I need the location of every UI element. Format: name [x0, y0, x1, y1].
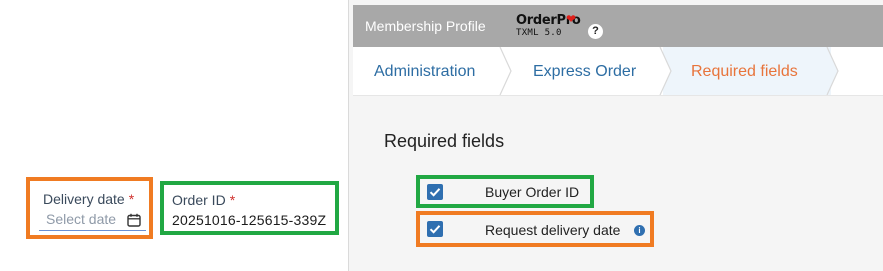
delivery-date-input[interactable]: Select date [39, 209, 146, 231]
delivery-date-field: Delivery date * Select date [26, 177, 153, 239]
order-id-value[interactable]: 20251016-125615-339Z [172, 212, 326, 228]
order-id-field: Order ID * 20251016-125615-339Z [160, 181, 339, 235]
orderpro-logo: OrderPro ❤ TXML 5.0 [516, 12, 581, 38]
breadcrumb-label: Required fields [691, 63, 798, 80]
delivery-date-label: Delivery date * [43, 191, 135, 207]
heart-icon: ❤ [566, 12, 577, 26]
logo-version: TXML 5.0 [516, 28, 562, 38]
field-label: Request delivery date [485, 222, 621, 238]
checkbox-checked-icon[interactable] [427, 221, 443, 237]
delivery-date-placeholder: Select date [46, 211, 117, 227]
info-icon[interactable]: i [634, 225, 645, 236]
breadcrumb-item-express-order[interactable]: Express Order [503, 47, 663, 95]
breadcrumb-label: Administration [374, 63, 476, 80]
required-field-row-buyer-order-id: Buyer Order ID [416, 175, 594, 208]
breadcrumb-separator-icon [659, 47, 672, 95]
app-title: Membership Profile [365, 18, 486, 34]
required-field-row-request-delivery-date: Request delivery date i [416, 211, 654, 247]
breadcrumb-label: Express Order [533, 63, 637, 80]
breadcrumb-separator-icon [826, 47, 839, 95]
required-asterisk: * [229, 192, 236, 208]
order-id-label: Order ID * [172, 192, 236, 208]
top-bar: Membership Profile OrderPro ❤ TXML 5.0 ? [353, 5, 883, 47]
breadcrumb: Administration Express Order Required fi… [353, 47, 883, 96]
breadcrumb-item-administration[interactable]: Administration [353, 47, 503, 95]
section-title: Required fields [384, 131, 505, 151]
field-label: Buyer Order ID [485, 184, 580, 200]
required-asterisk: * [128, 191, 135, 207]
calendar-icon[interactable] [127, 213, 141, 227]
help-icon[interactable]: ? [588, 24, 603, 39]
checkbox-checked-icon[interactable] [427, 184, 443, 200]
breadcrumb-item-required-fields[interactable]: Required fields [663, 47, 831, 95]
